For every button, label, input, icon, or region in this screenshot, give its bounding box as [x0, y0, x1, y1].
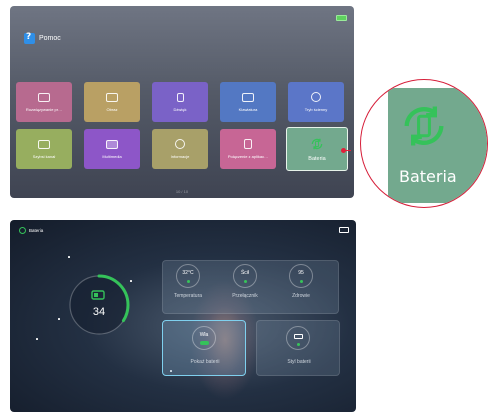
- battery-status-icon: [336, 15, 347, 21]
- show-battery-toggle[interactable]: Wła: [192, 326, 216, 350]
- tile-label: Dźwięk: [173, 106, 187, 112]
- page-indicator: 10 / 10: [175, 189, 189, 194]
- health-value: 95: [298, 270, 304, 276]
- tile-picture[interactable]: Obraz: [84, 82, 140, 122]
- battery-cycle-icon: [19, 227, 26, 234]
- toggle-switch-icon: [200, 341, 209, 345]
- temperature-value: 32°C: [182, 270, 194, 276]
- zoom-anchor-dot: [341, 148, 346, 153]
- tv-icon: [38, 139, 50, 149]
- battery-cycle-icon: [311, 138, 323, 149]
- health-gauge: 95: [289, 264, 313, 288]
- star: [68, 256, 70, 258]
- temperature-gauge: 32°C: [176, 264, 200, 288]
- tile-battery[interactable]: Bateria: [286, 127, 348, 171]
- tile-sound[interactable]: Dźwięk: [152, 82, 208, 122]
- switch-gauge: Ścił: [233, 264, 257, 288]
- battery-style-card[interactable]: Styl baterii: [256, 320, 340, 376]
- info-icon: [175, 139, 185, 149]
- keyboard-icon: [242, 92, 254, 102]
- phone-icon: [244, 139, 252, 149]
- tile-troubleshooting[interactable]: Rozwiązywanie pr…: [16, 82, 72, 122]
- star: [36, 338, 38, 340]
- zoom-callout: Bateria: [360, 79, 488, 208]
- show-battery-label: Pokaż baterii: [190, 359, 220, 365]
- tile-label: Tryb ścienny: [304, 107, 328, 112]
- tile-label: Informacje: [170, 154, 190, 159]
- tile-information[interactable]: Informacje: [152, 129, 208, 169]
- show-battery-value: Wła: [199, 332, 209, 338]
- battery-level-gauge: [68, 274, 130, 336]
- switch-value: Ścił: [240, 270, 250, 276]
- zoomed-label: Bateria: [399, 167, 457, 186]
- speaker-icon: [176, 92, 184, 102]
- battery-level-value: 34: [92, 306, 106, 318]
- page-title: Bateria: [29, 228, 44, 233]
- tile-multimedia[interactable]: Multimedia: [84, 129, 140, 169]
- switch-label: Przełącznik: [232, 293, 258, 299]
- tile-label: Obraz: [106, 106, 118, 112]
- battery-header: Bateria: [19, 227, 43, 234]
- tile-label: Połączenie z aplikac…: [227, 154, 269, 159]
- temperature-label: Temperatura: [173, 293, 203, 299]
- battery-cycle-icon: [404, 106, 444, 146]
- tile-label: Klawiatura: [238, 106, 258, 112]
- battery-style-preview: [286, 326, 310, 350]
- tile-label: Multimedia: [102, 153, 122, 159]
- page-title: Pomoc: [39, 35, 61, 42]
- tile-label: Bateria: [308, 155, 326, 162]
- box-icon: [38, 92, 50, 102]
- tile-label: Szybsi kanał: [32, 153, 56, 159]
- help-icon: [24, 32, 35, 44]
- image-icon: [106, 92, 118, 102]
- tile-label: Rozwiązywanie pr…: [25, 106, 63, 112]
- tile-keyboard[interactable]: Klawiatura: [220, 82, 276, 122]
- media-icon: [106, 139, 118, 149]
- wall-mode-icon: [311, 92, 321, 102]
- tile-quick-channel[interactable]: Szybsi kanał: [16, 129, 72, 169]
- star: [58, 318, 60, 320]
- help-screen: Pomoc Rozwiązywanie pr… Obraz Dźwięk Kla…: [10, 6, 354, 198]
- battery-screen: Bateria 34 32°C Temperatura Ścił Przełąc…: [10, 220, 356, 412]
- battery-style-label: Styl baterii: [287, 359, 311, 365]
- show-battery-card[interactable]: Wła Pokaż baterii: [162, 320, 246, 376]
- health-label: Zdrowie: [292, 293, 310, 299]
- tile-app-connection[interactable]: Połączenie z aplikac…: [220, 129, 276, 169]
- battery-status-icon: [339, 227, 349, 233]
- tile-wall-mode[interactable]: Tryb ścienny: [288, 82, 344, 122]
- help-header: Pomoc: [24, 32, 61, 44]
- battery-icon: [294, 334, 303, 339]
